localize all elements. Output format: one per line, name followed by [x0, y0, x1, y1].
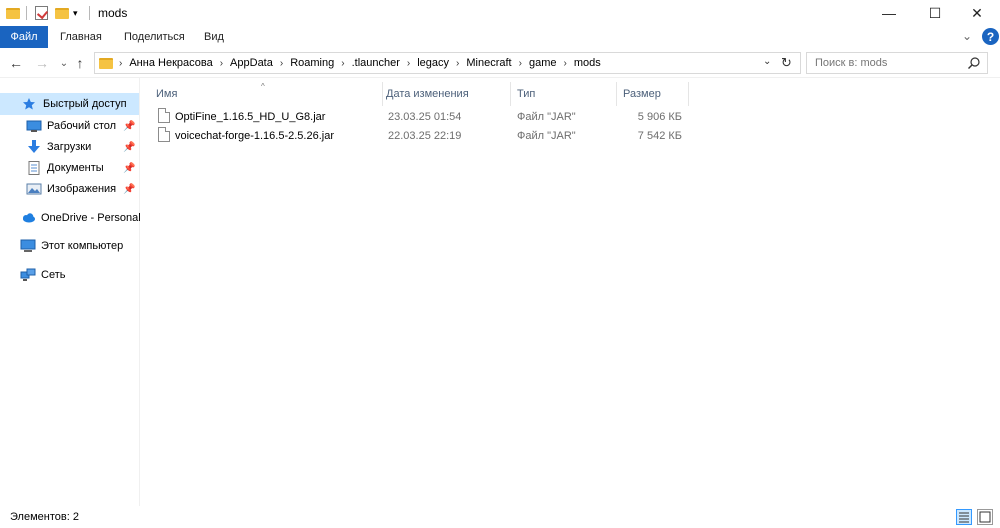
file-type: Файл "JAR" [517, 129, 576, 142]
breadcrumb-item[interactable]: Анна Некрасова [129, 57, 212, 69]
file-icon [158, 108, 170, 123]
sidebar-item-label: OneDrive - Personal [41, 212, 141, 224]
breadcrumb-item[interactable]: game [529, 57, 557, 69]
breadcrumb-item[interactable]: legacy [417, 57, 449, 69]
maximize-button[interactable]: ☐ [912, 0, 958, 26]
window-title: mods [98, 6, 128, 20]
sidebar-item-quick-access[interactable]: Быстрый доступ [0, 93, 139, 115]
search-icon[interactable] [967, 56, 981, 70]
breadcrumb-item[interactable]: .tlauncher [352, 57, 400, 69]
sort-ascending-icon: ^ [261, 82, 265, 91]
file-type: Файл "JAR" [517, 110, 576, 123]
sidebar-item-label: Загрузки [47, 141, 92, 153]
pin-icon[interactable]: 📌 [123, 121, 135, 132]
cloud-icon [20, 211, 36, 225]
file-row[interactable]: voicechat-forge-1.16.5-2.5.26.jar 22.03.… [156, 125, 690, 146]
status-bar: Элементов: 2 [0, 506, 1000, 528]
sidebar-item-pictures[interactable]: Изображения [26, 178, 116, 200]
close-button[interactable]: ✕ [954, 0, 1000, 26]
sidebar-item-onedrive[interactable]: OneDrive - Personal [20, 207, 141, 229]
separator [26, 4, 27, 22]
file-name: OptiFine_1.16.5_HD_U_G8.jar [175, 110, 326, 123]
pictures-icon [26, 182, 42, 196]
sidebar-item-documents[interactable]: Документы [26, 157, 104, 179]
download-icon [26, 140, 42, 154]
breadcrumb-item[interactable]: Minecraft [466, 57, 511, 69]
file-size: 5 906 КБ [637, 110, 682, 123]
large-icons-view-icon [979, 511, 991, 523]
tab-home[interactable]: Главная [60, 26, 102, 48]
sidebar-item-downloads[interactable]: Загрузки [26, 136, 91, 158]
address-dropdown-icon[interactable]: ⌄ [763, 56, 771, 67]
address-bar[interactable]: › Анна Некрасова › AppData › Roaming › .… [94, 52, 801, 74]
search-input[interactable] [815, 57, 960, 69]
document-icon [26, 161, 42, 175]
new-folder-icon[interactable] [55, 4, 69, 22]
help-icon[interactable]: ? [982, 28, 999, 45]
details-view-button[interactable] [956, 509, 972, 525]
column-header-date[interactable]: Дата изменения [383, 82, 511, 106]
column-header-name[interactable]: Имя ^ [141, 82, 383, 106]
file-name: voicechat-forge-1.16.5-2.5.26.jar [175, 129, 334, 142]
item-count: Элементов: 2 [10, 511, 79, 523]
desktop-icon [26, 119, 42, 133]
pin-icon[interactable]: 📌 [123, 184, 135, 195]
navigation-bar: ← → ⌄ ↑ › Анна Некрасова › AppData › Roa… [0, 48, 1000, 78]
file-date: 22.03.25 22:19 [388, 129, 462, 142]
network-icon [20, 268, 36, 282]
sidebar-item-network[interactable]: Сеть [20, 264, 65, 286]
tab-share[interactable]: Поделиться [124, 26, 185, 48]
pin-icon[interactable]: 📌 [123, 163, 135, 174]
forward-button[interactable]: → [32, 53, 52, 73]
navigation-pane: Быстрый доступ Рабочий стол 📌 Загрузки 📌… [0, 78, 141, 506]
back-button[interactable]: ← [6, 53, 26, 73]
refresh-icon[interactable]: ↻ [781, 55, 792, 71]
minimize-button[interactable]: — [866, 0, 912, 26]
sidebar-item-desktop[interactable]: Рабочий стол [26, 115, 116, 137]
computer-icon [20, 239, 36, 253]
separator [89, 4, 90, 22]
column-header-size[interactable]: Размер [617, 82, 689, 106]
column-header-type[interactable]: Тип [511, 82, 617, 106]
sidebar-item-label: Быстрый доступ [43, 98, 127, 110]
sidebar-item-this-pc[interactable]: Этот компьютер [20, 235, 123, 257]
file-row[interactable]: OptiFine_1.16.5_HD_U_G8.jar 23.03.25 01:… [156, 106, 690, 127]
sidebar-item-label: Сеть [41, 269, 66, 281]
title-bar: ▾ mods — ☐ ✕ [0, 0, 1000, 26]
file-size: 7 542 КБ [637, 129, 682, 142]
sidebar-item-label: Этот компьютер [41, 240, 124, 252]
pin-icon[interactable]: 📌 [123, 142, 135, 153]
breadcrumb-item[interactable]: Roaming [290, 57, 334, 69]
file-icon [158, 127, 170, 142]
sidebar-item-label: Изображения [47, 183, 117, 195]
large-icons-view-button[interactable] [977, 509, 993, 525]
sidebar-item-label: Рабочий стол [47, 120, 117, 132]
details-view-icon [959, 512, 969, 523]
breadcrumb-item[interactable]: AppData [230, 57, 273, 69]
file-date: 23.03.25 01:54 [388, 110, 462, 123]
ribbon: Файл Главная Поделиться Вид ⌄ ? [0, 26, 1000, 48]
tab-view[interactable]: Вид [204, 26, 224, 48]
folder-icon [6, 4, 20, 22]
quick-access-dropdown-icon[interactable]: ▾ [73, 4, 78, 22]
ribbon-collapse-icon[interactable]: ⌄ [962, 29, 972, 43]
folder-icon [99, 57, 113, 69]
up-button[interactable]: ↑ [70, 53, 90, 73]
tab-file[interactable]: Файл [0, 26, 48, 48]
breadcrumb-item[interactable]: mods [574, 57, 601, 69]
file-list: Имя ^ Дата изменения Тип Размер OptiFine… [141, 78, 1000, 506]
search-box[interactable] [806, 52, 988, 74]
sidebar-item-label: Документы [47, 162, 104, 174]
properties-icon[interactable] [35, 4, 48, 22]
star-icon [22, 97, 38, 111]
